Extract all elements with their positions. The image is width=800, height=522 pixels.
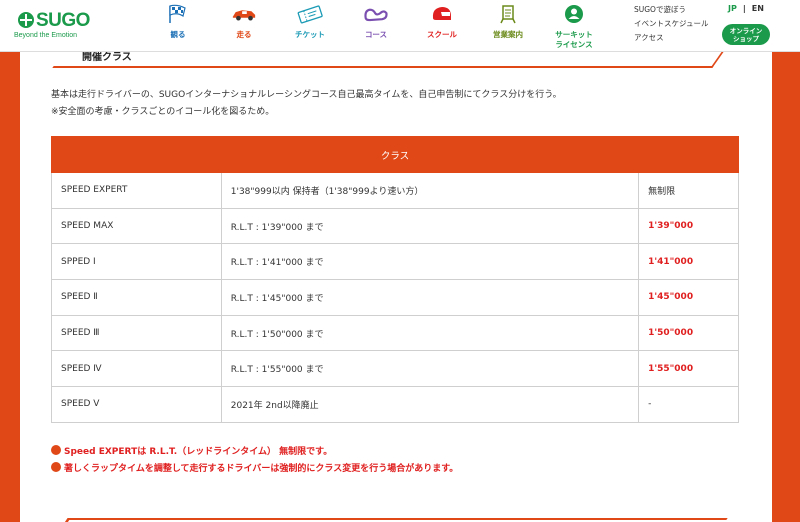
logo-text: SUGO	[36, 10, 90, 31]
nav-label-watch: 観る	[170, 30, 186, 39]
util-link-events[interactable]: イベントスケジュール	[634, 18, 708, 29]
class-limit: 1'39"000	[638, 207, 739, 245]
table-row: SPEED MAX R.L.T : 1'39"000 まで 1'39"000	[51, 207, 739, 245]
class-name: SPEED MAX	[51, 207, 222, 245]
note-text: Speed EXPERTは R.L.T.（レッドラインタイム） 無制限です。	[64, 447, 333, 457]
class-condition: R.L.T : 1'39"000 まで	[220, 207, 640, 245]
license-person-icon	[561, 4, 587, 24]
class-name: SPEED EXPERT	[51, 172, 222, 209]
bullet-dot-icon	[51, 462, 61, 472]
bullet-dot-icon	[51, 445, 61, 455]
nav-item-school[interactable]: スクール	[410, 0, 474, 52]
class-name: SPEED Ⅲ	[51, 314, 222, 352]
class-condition: R.L.T : 1'55"000 まで	[220, 350, 640, 388]
content-panel: 開催クラス 基本は走行ドライバーの、SUGOインターナショナルレーシングコース自…	[20, 46, 772, 522]
class-name: SPEED Ⅱ	[51, 279, 222, 316]
logo-tagline: Beyond the Emotion	[14, 32, 78, 39]
nav-label-business: 営業案内	[493, 30, 523, 39]
online-shop-button[interactable]: オンライン ショップ	[722, 24, 770, 45]
nav-label-course: コース	[364, 30, 388, 39]
race-car-icon	[231, 4, 257, 24]
table-row: SPEED Ⅲ R.L.T : 1'50"000 まで 1'50"000	[51, 314, 739, 352]
logo-mark-icon	[18, 12, 34, 28]
signboard-icon	[495, 4, 521, 24]
table-row: SPEED Ⅱ R.L.T : 1'45"000 まで 1'45"000	[51, 279, 739, 316]
lang-jp-link[interactable]: JP	[728, 4, 737, 13]
nav-item-drive[interactable]: 走る	[212, 0, 276, 52]
nav-item-business[interactable]: 営業案内	[476, 0, 540, 52]
table-header: クラス	[51, 136, 739, 173]
nav-item-ticket[interactable]: チケット	[278, 0, 342, 52]
language-switcher: JP | EN	[728, 4, 764, 13]
class-limit: 1'50"000	[638, 314, 739, 352]
class-table: クラス SPEED EXPERT 1'38"999以内 保持者（1'38"999…	[51, 136, 739, 423]
nav-label-school: スクール	[427, 30, 457, 39]
sugo-logo[interactable]: SUGO Beyond the Emotion	[14, 10, 94, 42]
table-row: SPEED EXPERT 1'38"999以内 保持者（1'38"999より速い…	[51, 172, 739, 209]
class-condition: 1'38"999以内 保持者（1'38"999より速い方）	[220, 172, 640, 209]
note-item: Speed EXPERTは R.L.T.（レッドラインタイム） 無制限です。	[51, 444, 458, 461]
lang-separator: |	[742, 4, 746, 13]
nav-label-ticket: チケット	[295, 30, 325, 39]
class-limit: 1'55"000	[638, 350, 739, 388]
site-header: SUGO Beyond the Emotion 観る 走る チケット コース ス…	[0, 0, 800, 52]
table-row: SPEED Ⅳ R.L.T : 1'55"000 まで 1'55"000	[51, 350, 739, 388]
class-limit: 1'41"000	[638, 243, 739, 281]
class-condition: R.L.T : 1'50"000 まで	[220, 314, 640, 352]
class-condition: R.L.T : 1'41"000 まで	[220, 243, 640, 281]
util-link-play[interactable]: SUGOで遊ぼう	[634, 4, 686, 15]
ticket-icon	[297, 4, 323, 24]
lang-en-link[interactable]: EN	[752, 4, 764, 13]
note-item: 著しくラップタイムを調整して走行するドライバーは強制的にクラス変更を行う場合があ…	[51, 461, 458, 478]
intro-line-1: 基本は走行ドライバーの、SUGOインターナショナルレーシングコース自己最高タイム…	[51, 90, 562, 100]
notes: Speed EXPERTは R.L.T.（レッドラインタイム） 無制限です。 著…	[51, 444, 458, 478]
helmet-icon	[429, 4, 455, 24]
class-limit: 無制限	[638, 172, 739, 209]
class-name: SPPED Ⅰ	[51, 243, 222, 281]
nav-item-watch[interactable]: 観る	[146, 0, 210, 52]
nav-item-course[interactable]: コース	[344, 0, 408, 52]
class-condition: R.L.T : 1'45"000 まで	[220, 279, 640, 316]
class-name: SPEED Ⅳ	[51, 350, 222, 388]
nav-item-license[interactable]: サーキット ライセンス	[542, 0, 606, 52]
note-text: 著しくラップタイムを調整して走行するドライバーは強制的にクラス変更を行う場合があ…	[64, 464, 459, 474]
table-row: SPPED Ⅰ R.L.T : 1'41"000 まで 1'41"000	[51, 243, 739, 281]
course-map-icon	[363, 4, 389, 24]
checkered-flag-icon	[165, 4, 191, 24]
class-limit: -	[638, 386, 739, 423]
class-limit: 1'45"000	[638, 279, 739, 316]
util-link-access[interactable]: アクセス	[634, 32, 664, 43]
next-section-tab-decoration	[52, 518, 728, 522]
nav-label-drive: 走る	[236, 30, 252, 39]
class-condition: 2021年 2nd以降廃止	[220, 386, 640, 423]
table-row: SPEED Ⅴ 2021年 2nd以降廃止 -	[51, 386, 739, 423]
intro-text: 基本は走行ドライバーの、SUGOインターナショナルレーシングコース自己最高タイム…	[51, 87, 562, 121]
intro-line-2: ※安全面の考慮・クラスごとのイコール化を図るため。	[51, 107, 275, 117]
class-name: SPEED Ⅴ	[51, 386, 222, 423]
nav-label-license: サーキット ライセンス	[555, 30, 593, 49]
